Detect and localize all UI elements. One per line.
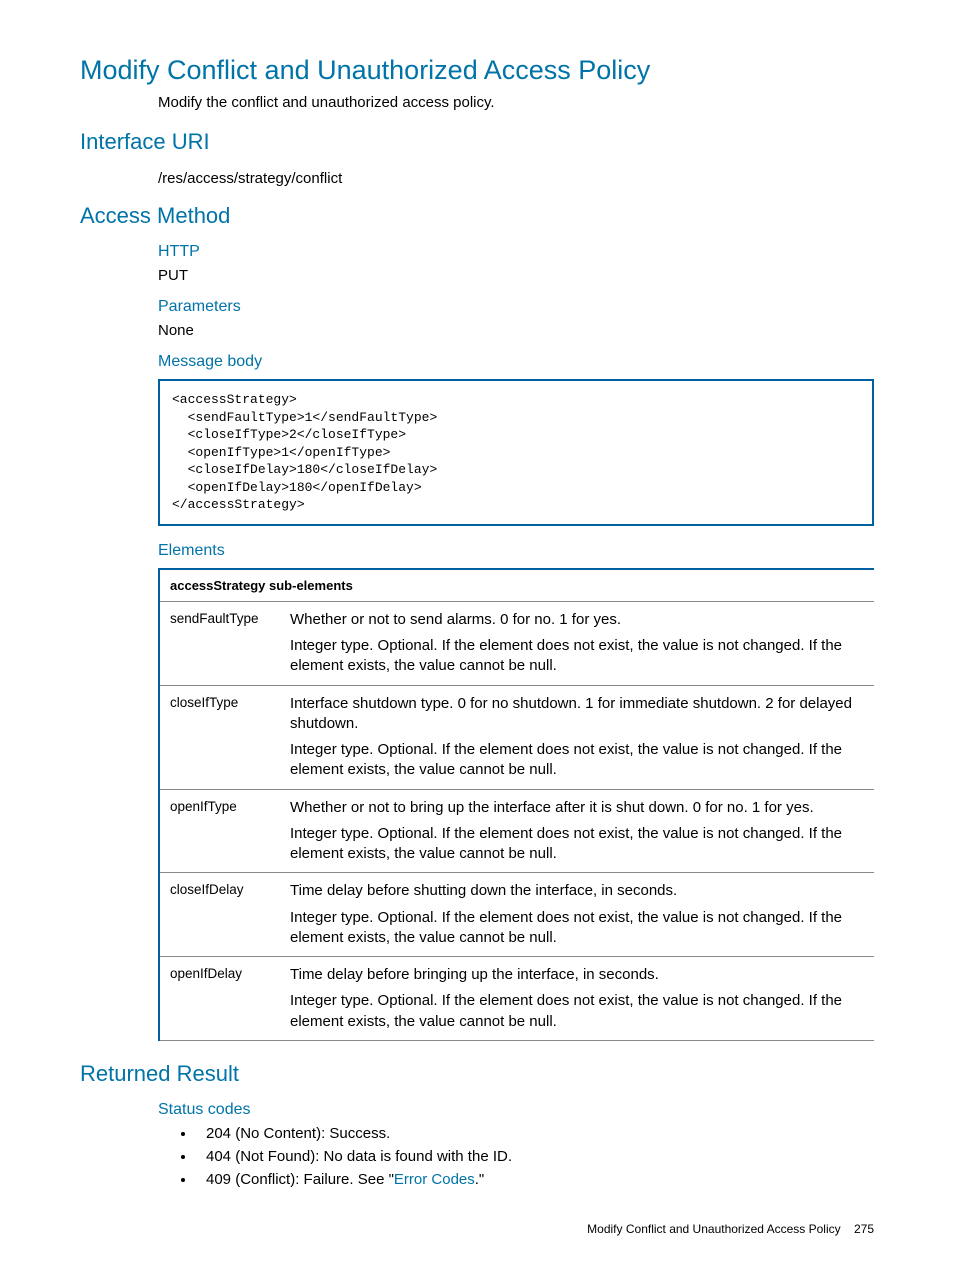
parameters-value: None [158,322,874,339]
element-name: closeIfDelay [159,873,280,957]
table-row: openIfDelayTime delay before bringing up… [159,957,874,1041]
http-value: PUT [158,267,874,284]
element-name: sendFaultType [159,601,280,685]
interface-uri-value: /res/access/strategy/conflict [158,170,874,187]
status-code-item: 204 (No Content): Success. [196,1125,874,1142]
footer-page-number: 275 [854,1222,874,1236]
table-row: closeIfDelayTime delay before shutting d… [159,873,874,957]
page-footer: Modify Conflict and Unauthorized Access … [80,1222,874,1236]
table-row: sendFaultTypeWhether or not to send alar… [159,601,874,685]
table-row: closeIfTypeInterface shutdown type. 0 fo… [159,685,874,789]
elements-table-header: accessStrategy sub-elements [159,569,874,602]
elements-table: accessStrategy sub-elements sendFaultTyp… [158,568,874,1041]
footer-title: Modify Conflict and Unauthorized Access … [587,1222,840,1236]
status-code-item: 409 (Conflict): Failure. See "Error Code… [196,1171,874,1188]
elements-heading: Elements [158,542,874,560]
element-name: openIfDelay [159,957,280,1041]
message-body-code: <accessStrategy> <sendFaultType>1</sendF… [158,379,874,526]
status-codes-list: 204 (No Content): Success. 404 (Not Found… [158,1125,874,1188]
element-description: Whether or not to bring up the interface… [280,789,874,873]
table-row: openIfTypeWhether or not to bring up the… [159,789,874,873]
access-method-heading: Access Method [80,203,874,229]
element-name: openIfType [159,789,280,873]
element-description: Time delay before shutting down the inte… [280,873,874,957]
page-description: Modify the conflict and unauthorized acc… [158,94,874,111]
returned-result-heading: Returned Result [80,1061,874,1087]
parameters-heading: Parameters [158,298,874,316]
http-heading: HTTP [158,243,874,261]
status-codes-heading: Status codes [158,1101,874,1119]
element-name: closeIfType [159,685,280,789]
page-title: Modify Conflict and Unauthorized Access … [80,55,874,86]
message-body-heading: Message body [158,353,874,371]
error-codes-link[interactable]: Error Codes [394,1171,475,1188]
element-description: Time delay before bringing up the interf… [280,957,874,1041]
interface-uri-heading: Interface URI [80,129,874,155]
element-description: Whether or not to send alarms. 0 for no.… [280,601,874,685]
element-description: Interface shutdown type. 0 for no shutdo… [280,685,874,789]
status-code-item: 404 (Not Found): No data is found with t… [196,1148,874,1165]
